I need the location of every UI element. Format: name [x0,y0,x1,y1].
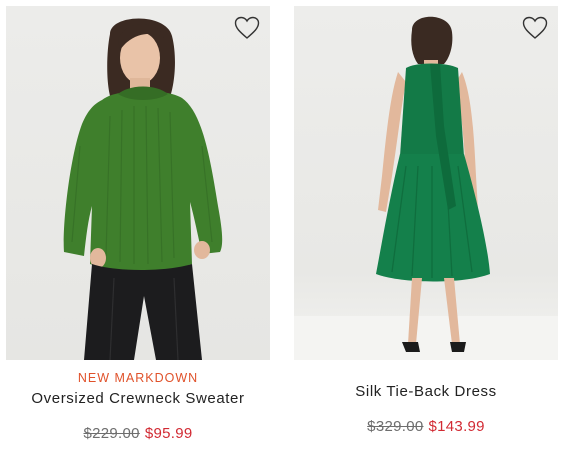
original-price: $229.00 [83,425,140,442]
heart-outline-icon [522,16,548,39]
product-info: NEW MARKDOWN Oversized Crewneck Sweater … [6,370,270,444]
product-card-sweater[interactable]: NEW MARKDOWN Oversized Crewneck Sweater … [6,6,270,444]
product-card-dress[interactable]: Silk Tie-Back Dress $329.00 $143.99 [294,6,558,437]
product-image-dress[interactable] [294,6,558,360]
woman-green-dress-image [294,16,558,360]
sale-price: $95.99 [144,425,193,442]
woman-green-sweater-image [63,18,223,360]
favorite-button[interactable] [233,15,261,41]
sale-price: $143.99 [428,418,485,435]
product-name[interactable]: Silk Tie-Back Dress [294,382,558,402]
product-info: Silk Tie-Back Dress $329.00 $143.99 [294,382,558,437]
product-image-sweater[interactable] [6,6,270,360]
product-price: $329.00 $143.99 [294,417,558,437]
product-name[interactable]: Oversized Crewneck Sweater [6,389,270,409]
favorite-button[interactable] [521,15,549,41]
product-price: $229.00 $95.99 [6,424,270,444]
product-grid: NEW MARKDOWN Oversized Crewneck Sweater … [0,0,566,450]
original-price: $329.00 [367,418,424,435]
markdown-badge: NEW MARKDOWN [77,371,199,385]
heart-outline-icon [234,16,260,39]
